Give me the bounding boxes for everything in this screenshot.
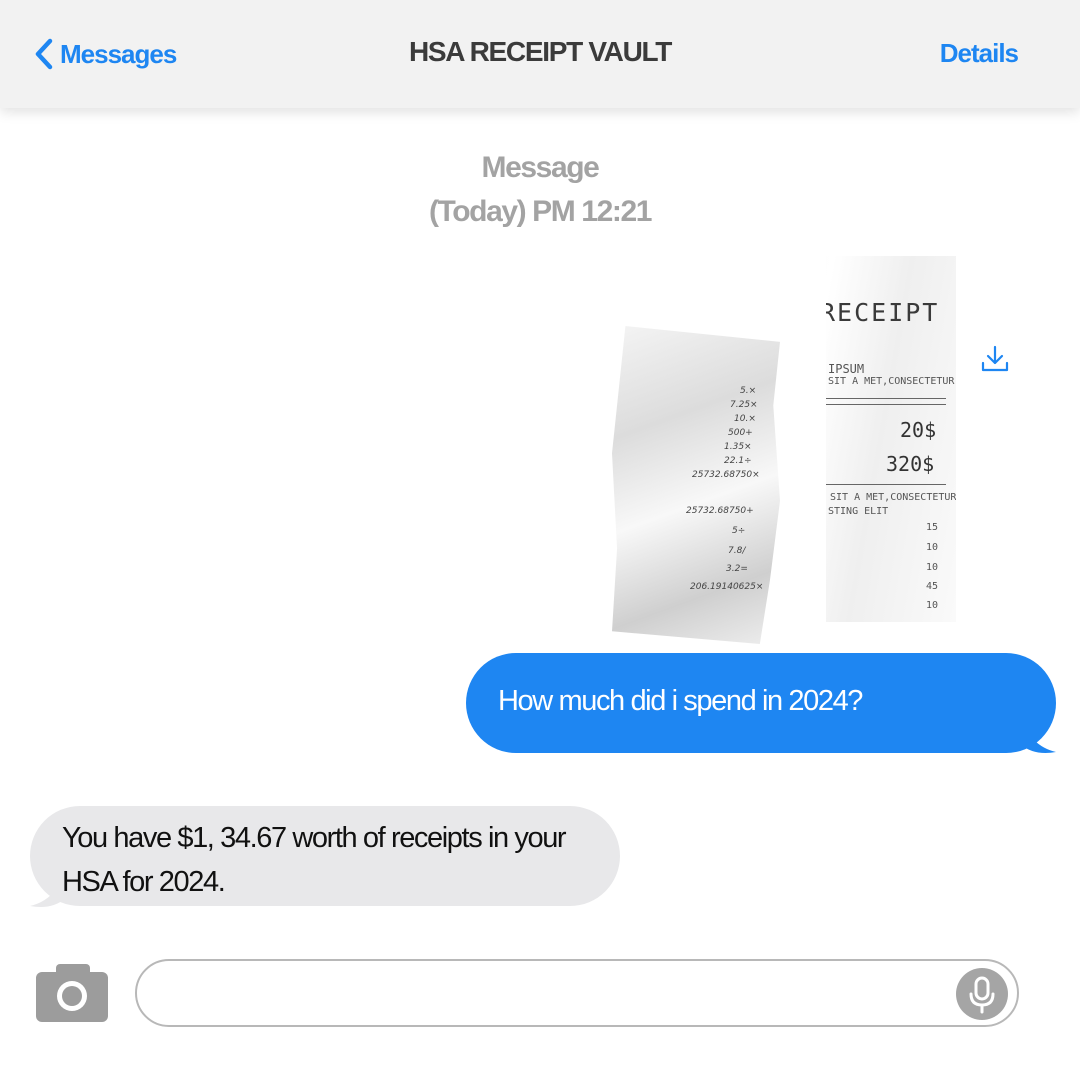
- receipt-line: IPSUM: [828, 362, 865, 376]
- navigation-bar: Messages HSA RECEIPT VAULT Details: [0, 0, 1080, 108]
- timestamp-time: (Today) PM 12:21: [428, 195, 653, 228]
- receipt-value: 1.35×: [724, 442, 752, 452]
- receipt-value: 206.19140625×: [690, 582, 764, 592]
- receipt-value: 5.×: [740, 386, 757, 396]
- receipt-number: 10: [925, 562, 938, 573]
- receipt-value: 25732.68750×: [692, 470, 760, 480]
- timestamp-label: Message: [481, 151, 600, 184]
- receipt-value: 7.25×: [730, 400, 758, 410]
- receipt-photo-front[interactable]: 5.× 7.25× 10.× 500+ 1.35× 22.1÷ 25732.68…: [612, 326, 780, 644]
- receipt-number: 10: [925, 542, 938, 553]
- receipt-divider: [826, 398, 946, 399]
- receipt-value: 500+: [728, 428, 753, 438]
- receipt-value: 22.1÷: [724, 456, 752, 466]
- receipt-price: 320$: [886, 452, 935, 476]
- receipt-line: STING ELIT: [828, 506, 889, 517]
- outgoing-message-bubble[interactable]: How much did i spend in 2024?: [466, 653, 1056, 753]
- receipt-price: 20$: [900, 418, 937, 442]
- message-input-field[interactable]: [135, 959, 1019, 1027]
- receipt-value: 7.8/: [728, 546, 746, 556]
- receipt-number: 10: [925, 600, 938, 611]
- message-timestamp: Message (Today) PM 12:21: [0, 146, 1080, 234]
- receipt-heading: RECEIPT: [820, 298, 940, 327]
- receipt-divider: [826, 484, 946, 485]
- receipt-value: 25732.68750+: [686, 506, 754, 516]
- details-button[interactable]: Details: [940, 38, 1019, 69]
- receipt-divider: [826, 404, 946, 405]
- conversation-title: HSA RECEIPT VAULT: [408, 36, 672, 67]
- incoming-message-text: You have $1, 34.67 worth of receipts in …: [62, 822, 567, 898]
- camera-icon[interactable]: [36, 962, 110, 1022]
- message-input[interactable]: [161, 971, 941, 1015]
- photo-edge: [710, 256, 826, 286]
- receipt-value: 5÷: [732, 526, 746, 536]
- receipt-value: 10.×: [734, 414, 756, 424]
- incoming-message-bubble[interactable]: You have $1, 34.67 worth of receipts in …: [30, 806, 620, 906]
- receipt-line: SIT A MET,CONSECTETUR: [828, 376, 955, 387]
- microphone-button[interactable]: [956, 968, 1008, 1020]
- receipt-value: 3.2=: [726, 564, 748, 574]
- receipt-line: SIT A MET,CONSECTETUR: [830, 492, 956, 503]
- receipt-number: 15: [925, 522, 938, 533]
- download-icon[interactable]: [980, 344, 1010, 374]
- receipt-number: 45: [925, 581, 938, 592]
- outgoing-message-text: How much did i spend in 2024?: [498, 685, 863, 717]
- microphone-icon: [969, 976, 995, 1014]
